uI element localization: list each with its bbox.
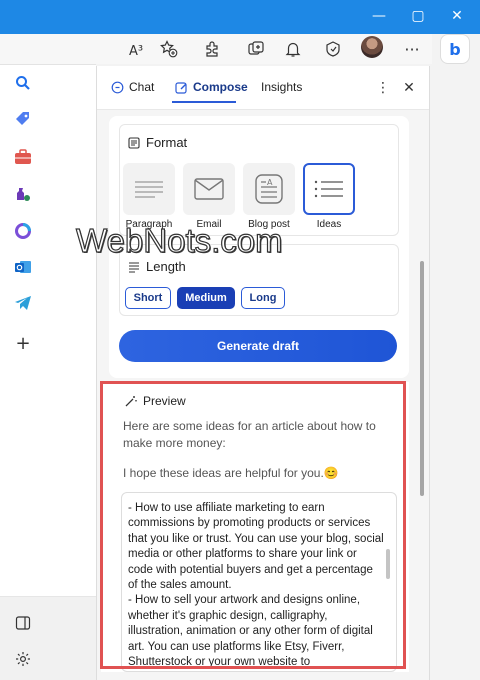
add-favorite-icon[interactable]	[156, 36, 182, 62]
blog-post-icon: A	[255, 174, 283, 204]
format-icon	[128, 136, 140, 149]
panel-header: Chat Compose Insights ⋮ ✕	[97, 66, 429, 110]
tab-compose-label: Compose	[193, 80, 248, 94]
svg-text:A: A	[267, 178, 273, 187]
add-icon[interactable]: +	[12, 332, 34, 354]
length-label: Length	[146, 259, 186, 274]
office-icon[interactable]	[12, 220, 34, 242]
active-tab-indicator	[172, 101, 236, 103]
more-icon[interactable]: ···	[399, 36, 425, 62]
compose-icon	[175, 81, 187, 94]
close-panel-button[interactable]: ✕	[397, 76, 421, 100]
close-window-button[interactable]: ✕	[438, 0, 476, 32]
length-icon	[129, 261, 139, 273]
collections-icon[interactable]	[243, 36, 269, 62]
generate-draft-button[interactable]: Generate draft	[119, 330, 397, 362]
length-long-button[interactable]: Long	[241, 287, 285, 309]
paragraph-icon	[135, 181, 163, 198]
more-options-button[interactable]: ⋮	[371, 76, 395, 100]
maximize-button[interactable]: ▢	[399, 0, 437, 32]
format-paragraph-button[interactable]	[123, 163, 175, 215]
tools-briefcase-icon[interactable]	[12, 146, 34, 168]
highlight-frame	[100, 381, 406, 669]
length-title: Length	[128, 259, 186, 274]
format-ideas-button[interactable]	[303, 163, 355, 215]
sidebar-toggle-icon[interactable]	[12, 612, 34, 634]
tab-insights[interactable]: Insights	[261, 80, 302, 94]
minimize-button[interactable]: —	[360, 0, 398, 32]
outlook-icon[interactable]	[12, 256, 34, 278]
read-aloud-icon[interactable]: A³	[123, 38, 149, 64]
shopping-tag-icon[interactable]	[12, 108, 34, 130]
ideas-icon	[314, 180, 343, 198]
extensions-icon[interactable]	[200, 36, 226, 62]
email-icon	[194, 178, 224, 200]
profile-avatar[interactable]	[361, 36, 383, 58]
games-icon[interactable]	[12, 183, 34, 205]
telegram-icon[interactable]	[12, 292, 34, 314]
tab-chat-label: Chat	[129, 80, 155, 94]
settings-icon[interactable]	[12, 648, 34, 670]
length-medium-button[interactable]: Medium	[177, 287, 235, 309]
format-ideas-label: Ideas	[316, 219, 342, 230]
format-email-button[interactable]	[183, 163, 235, 215]
chat-icon	[111, 81, 124, 93]
tab-insights-label: Insights	[261, 80, 303, 94]
format-blog-post-button[interactable]: A	[243, 163, 295, 215]
watermark-logo: WebNots.com	[75, 221, 283, 259]
notifications-icon[interactable]	[280, 36, 306, 62]
format-label: Format	[146, 135, 188, 150]
format-section: Format Paragraph Email A Blog post Ideas	[119, 124, 399, 236]
bing-copilot-button[interactable]: b	[440, 34, 470, 64]
format-title: Format	[128, 135, 187, 150]
right-sidebar-rail	[432, 34, 480, 680]
tab-chat[interactable]: Chat	[111, 80, 154, 94]
tab-compose[interactable]: Compose	[175, 80, 248, 94]
search-icon[interactable]	[12, 72, 34, 94]
panel-scrollbar[interactable]	[420, 261, 424, 496]
performance-icon[interactable]	[320, 36, 346, 62]
length-short-button[interactable]: Short	[125, 287, 171, 309]
